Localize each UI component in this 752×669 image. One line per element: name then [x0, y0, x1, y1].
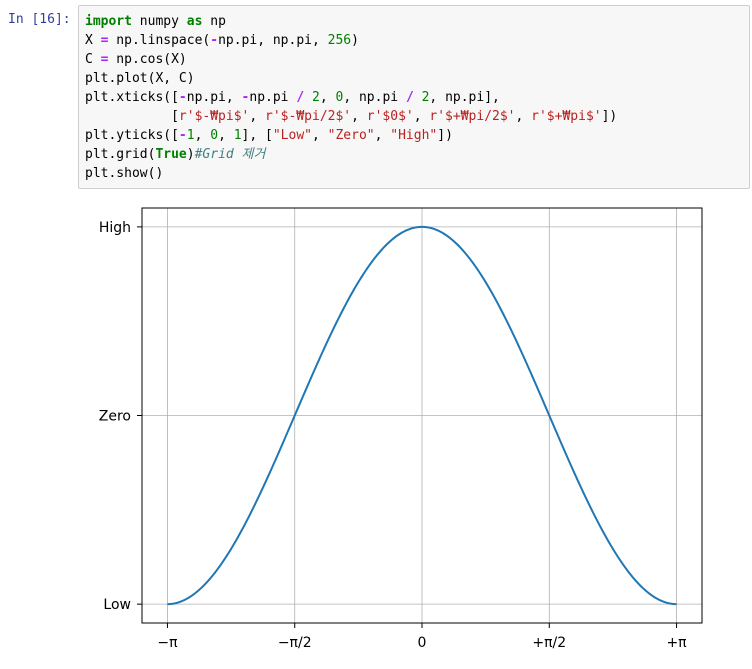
- code-token: ): [186, 147, 195, 162]
- code-line: plt.yticks([-1, 0, 1], ["Low", "Zero", "…: [85, 128, 453, 143]
- code-token: plt.show(): [85, 166, 164, 181]
- code-token: numpy: [131, 14, 187, 29]
- cell-output: −π −π/2 0 +π/2 +π Low Zero High: [78, 192, 752, 665]
- code-token: 256: [327, 33, 352, 48]
- code-token: -: [210, 33, 219, 48]
- code-line: plt.plot(X, C): [85, 71, 195, 86]
- x-tick-label: 0: [418, 635, 427, 651]
- code-token: r'$-₩pi$': [178, 109, 250, 124]
- notebook-cell: In [16]: import numpy as np X = np.linsp…: [0, 0, 752, 665]
- code-token: ,: [194, 128, 211, 143]
- code-token: r'$+₩pi$': [531, 109, 602, 124]
- code-token: C: [85, 52, 101, 67]
- code-token: np.pi: [249, 90, 297, 105]
- code-token: 0: [210, 128, 219, 143]
- code-token: np.cos(X): [108, 52, 187, 67]
- code-token: ,: [515, 109, 532, 124]
- code-token: [: [85, 109, 179, 124]
- x-tick-label: −π: [157, 635, 178, 651]
- code-text[interactable]: import numpy as np X = np.linspace(-np.p…: [85, 12, 617, 183]
- code-token: ,: [413, 109, 430, 124]
- cosine-plot: −π −π/2 0 +π/2 +π Low Zero High: [99, 207, 703, 651]
- y-tick-label: High: [99, 220, 131, 236]
- code-token: import: [85, 14, 132, 29]
- code-line: plt.grid(True)#Grid 제거: [85, 147, 265, 162]
- x-tick-label: +π/2: [532, 635, 566, 651]
- code-token: "Zero": [327, 128, 375, 143]
- code-token: , np.pi: [343, 90, 406, 105]
- code-token: /: [405, 90, 414, 105]
- code-token: 1: [233, 128, 242, 143]
- y-tick-label: Low: [103, 597, 131, 613]
- code-token: 2: [312, 90, 320, 105]
- code-token: ,: [249, 109, 266, 124]
- code-line: C = np.cos(X): [85, 52, 187, 67]
- code-token: np.pi, np.pi,: [218, 33, 328, 48]
- code-token: ,: [319, 90, 336, 105]
- code-line: [r'$-₩pi$', r'$-₩pi/2$', r'$0$', r'$+₩pi…: [85, 109, 617, 124]
- code-token: np: [202, 14, 226, 29]
- code-token: r'$-₩pi/2$': [265, 109, 352, 124]
- code-token: ]): [601, 109, 618, 124]
- code-line: import numpy as np: [85, 14, 226, 29]
- code-token: True: [155, 147, 187, 162]
- code-token: ,: [312, 128, 328, 143]
- code-token: #Grid 제거: [194, 147, 266, 162]
- code-token: , np.pi],: [429, 90, 500, 105]
- code-token: -: [178, 128, 187, 143]
- code-token: ,: [351, 109, 367, 124]
- code-token: r'$0$': [366, 109, 414, 124]
- code-token: plt.plot(X, C): [85, 71, 195, 86]
- code-token: plt.grid(: [85, 147, 156, 162]
- code-token: 1: [186, 128, 195, 143]
- code-token: -: [178, 90, 187, 105]
- code-token: ): [351, 33, 359, 48]
- code-token: np.linspace(: [108, 33, 211, 48]
- code-token: np.pi,: [186, 90, 242, 105]
- code-token: "High": [390, 128, 438, 143]
- y-tick-label: Zero: [99, 409, 131, 425]
- code-token: ,: [218, 128, 234, 143]
- cell-prompt: In [16]:: [8, 12, 71, 27]
- code-token: plt.yticks([: [85, 128, 179, 143]
- code-line: X = np.linspace(-np.pi, np.pi, 256): [85, 33, 359, 48]
- code-input[interactable]: import numpy as np X = np.linspace(-np.p…: [78, 5, 750, 189]
- code-token: ,: [374, 128, 391, 143]
- x-tick-label: +π: [666, 635, 687, 651]
- code-line: plt.show(): [85, 166, 163, 181]
- code-token: X: [85, 33, 101, 48]
- x-tick-label: −π/2: [278, 635, 312, 651]
- code-token: r'$+₩pi/2$': [429, 109, 516, 124]
- code-token: /: [296, 90, 305, 105]
- code-token: plt.xticks([: [85, 90, 179, 105]
- code-token: ], [: [241, 128, 273, 143]
- code-line: plt.xticks([-np.pi, -np.pi / 2, 0, np.pi…: [85, 90, 500, 105]
- code-token: as: [186, 14, 203, 29]
- code-token: ]): [437, 128, 453, 143]
- code-token: "Low": [272, 128, 312, 143]
